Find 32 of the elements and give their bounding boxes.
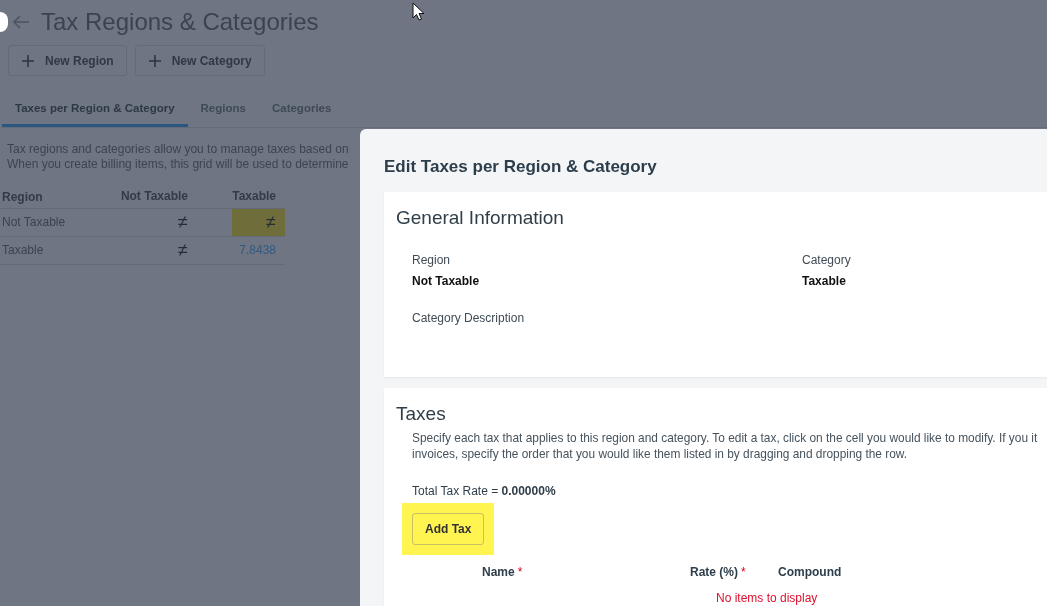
rate-value[interactable]: 7.8438: [230, 237, 285, 264]
add-tax-button[interactable]: Add Tax: [412, 513, 485, 545]
not-equal-symbol[interactable]: ≠: [144, 209, 197, 236]
section-heading: General Information: [396, 206, 565, 230]
mouse-pointer-icon: [412, 2, 424, 21]
not-equal-symbol[interactable]: ≠: [144, 237, 197, 264]
field-value: Taxable: [802, 273, 847, 289]
column-header: Taxable: [232, 189, 277, 203]
field-value: Not Taxable: [412, 273, 481, 289]
new-button[interactable]: New Region: [8, 45, 127, 76]
required-mark: *: [517, 564, 523, 580]
plus-icon: [22, 54, 34, 67]
empty-message: No items to display: [716, 591, 818, 605]
total-tax-rate: Total Tax Rate = 0.00000%: [412, 483, 556, 499]
new-button[interactable]: New Category: [134, 45, 265, 76]
field-label: Region: [412, 252, 452, 268]
field-label: Category Description: [412, 310, 526, 326]
description-text: Specify each tax that applies to this region and category. To edit a tax, click on the cell you would like to modify. If you it: [412, 430, 1038, 446]
column-header: Rate (%): [690, 564, 738, 580]
tab[interactable]: Taxes per Region & Category: [2, 98, 188, 127]
back-arrow-icon[interactable]: [12, 14, 30, 30]
column-header: Region: [2, 190, 43, 204]
required-mark: *: [741, 564, 746, 580]
description-text: invoices, specify the order that you would like them listed in by dragging and dropping the row.: [412, 446, 908, 462]
not-equal-symbol[interactable]: ≠: [232, 209, 285, 236]
dialog-title: Edit Taxes per Region & Category: [384, 157, 658, 177]
column-header: Name: [482, 564, 515, 580]
column-header: Compound: [778, 564, 842, 580]
column-header: Not Taxable: [120, 189, 189, 203]
field-label: Category: [802, 252, 852, 268]
section-heading: Taxes: [396, 402, 447, 426]
plus-icon: [148, 54, 161, 67]
